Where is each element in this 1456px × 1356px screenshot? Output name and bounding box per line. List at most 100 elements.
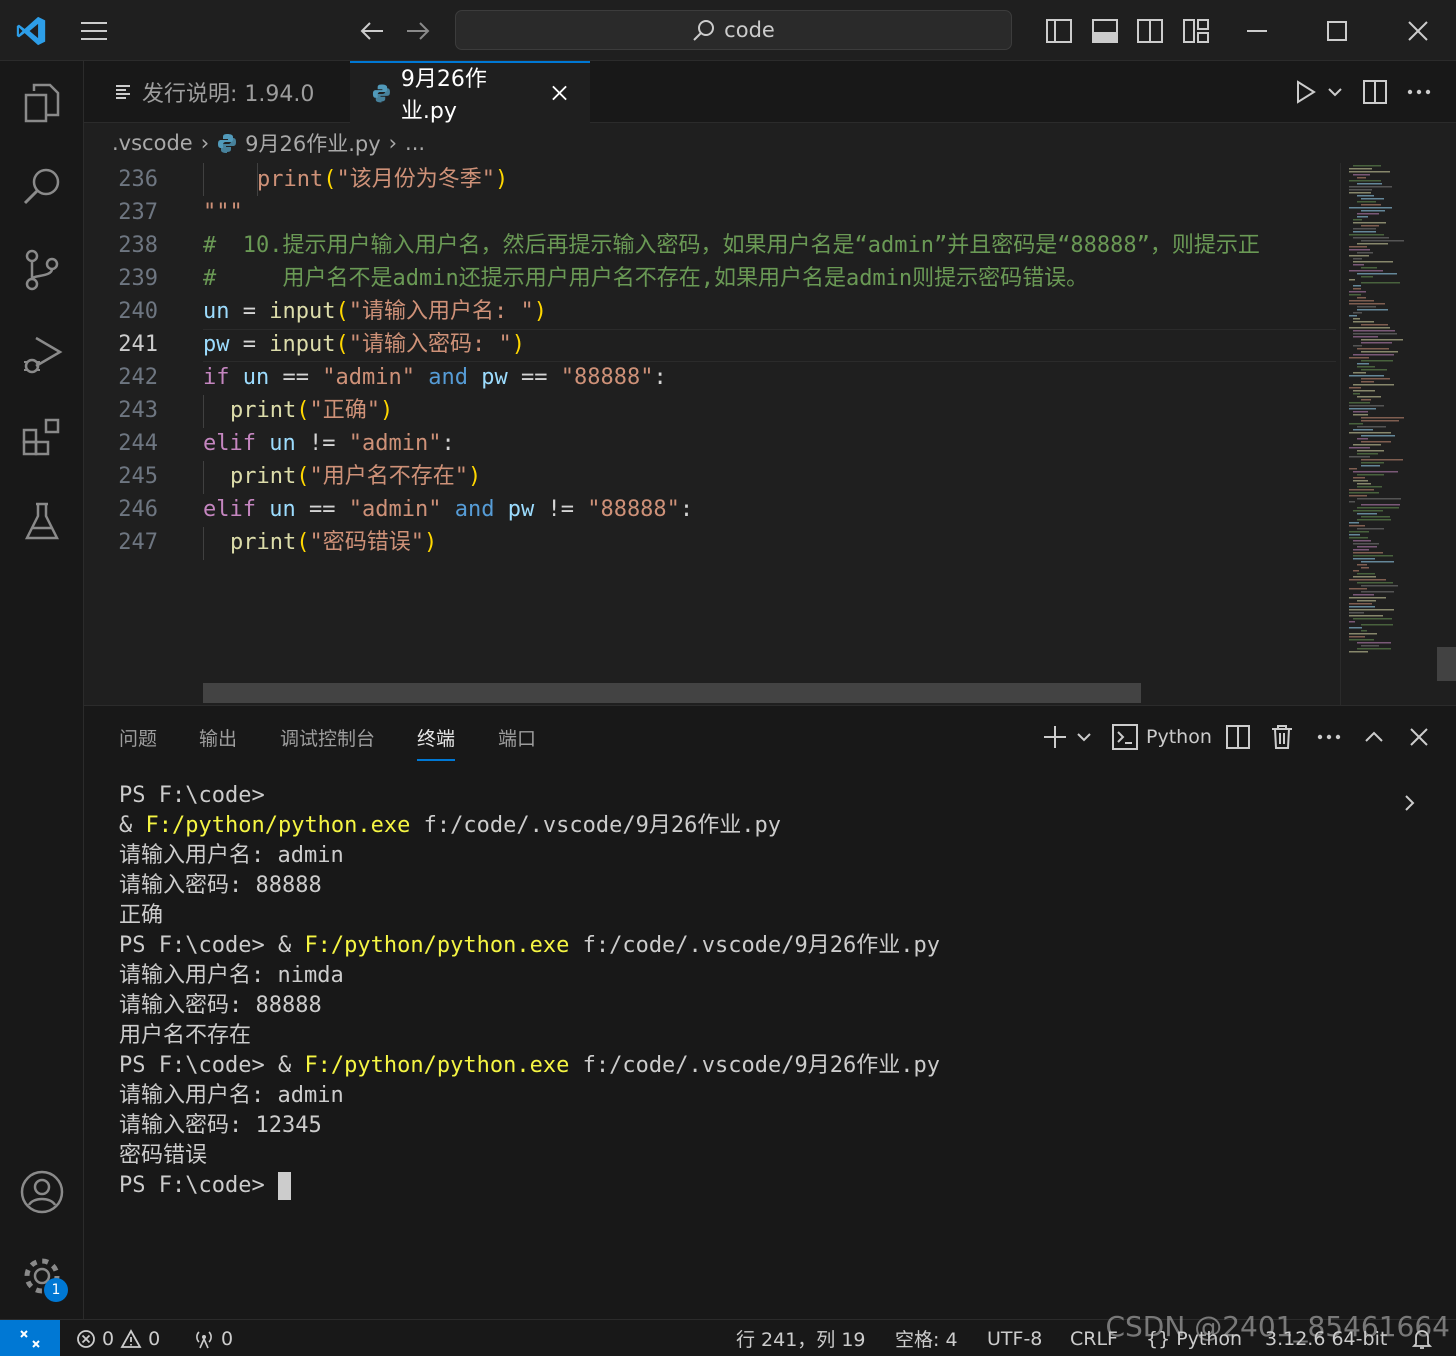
minimap-line [1361,351,1398,353]
close-window-icon[interactable] [1401,14,1435,48]
toggle-primary-sidebar-icon[interactable] [1042,14,1076,48]
extensions-icon[interactable] [17,413,67,463]
forward-arrow-icon[interactable] [401,14,435,48]
minimap-line [1357,648,1391,650]
source-control-icon[interactable] [17,245,67,295]
maximize-panel-chevron-up-icon[interactable] [1364,720,1384,754]
customize-layout-icon[interactable] [1179,14,1213,48]
toggle-panel-icon[interactable] [1088,14,1122,48]
new-terminal-plus-icon[interactable] [1042,720,1068,754]
minimap-line [1349,168,1372,170]
minimap[interactable] [1340,163,1456,705]
tab-active-file[interactable]: 9月26作业.py [350,61,590,124]
code-line: 239 # 用户名不是admin还提示用户用户名不存在,如果用户名是admin则提… [84,262,1334,295]
minimap-line [1353,231,1376,233]
minimap-line [1357,507,1399,509]
panel-tab-ports[interactable]: 端口 [498,724,536,751]
minimap-line [1357,498,1401,500]
terminal-command: F:/python/python.exe [304,1053,570,1078]
minimap-line [1361,462,1384,464]
breadcrumb-file[interactable]: 9月26作业.py [245,128,381,158]
minimap-line [1361,276,1373,278]
run-and-debug-icon[interactable] [17,329,67,379]
error-icon [77,1329,95,1348]
trash-icon[interactable] [1271,720,1293,754]
bottom-panel: 问题 输出 调试控制台 终端 端口 Python PS F:\code> & F… [84,705,1456,1319]
minimap-line [1357,297,1366,299]
problems-status[interactable]: 0 0 [76,1320,160,1356]
editor-tab-bar: 发行说明: 1.94.0 9月26作业.py [84,61,1456,124]
line-number: 240 [118,299,158,324]
minimap-line [1353,321,1374,323]
minimap-line [1361,360,1393,362]
ports-status[interactable]: 0 [193,1320,233,1356]
split-terminal-icon[interactable] [1226,720,1250,754]
indentation-setting[interactable]: 空格: 4 [895,1320,958,1356]
testing-flask-icon[interactable] [17,497,67,547]
encoding-setting[interactable]: UTF-8 [987,1320,1042,1356]
more-actions-icon[interactable] [1402,75,1436,109]
minimap-line [1357,366,1375,368]
code-text: print("该月份为冬季") [257,167,509,192]
panel-tab-terminal[interactable]: 终端 [417,724,456,761]
command-center-search[interactable]: code [455,10,1012,50]
split-editor-icon[interactable] [1358,75,1392,109]
minimap-line [1357,243,1388,245]
terminal-shell-selector[interactable]: Python [1112,720,1212,754]
code-editor[interactable]: 236 print("该月份为冬季") 237 """ 238 # 10.提示用户输入用户… [84,163,1456,705]
activity-bar: 1 [0,61,84,1319]
minimap-line [1349,294,1361,296]
settings-badge: 1 [44,1278,68,1302]
minimap-line [1353,288,1361,290]
panel-tab-problems[interactable]: 问题 [119,724,157,751]
minimap-line [1353,558,1375,560]
minimap-line [1353,411,1368,413]
terminal-line: 请输入用户名: admin [119,1083,344,1108]
minimap-line [1349,357,1369,359]
terminal-command: F:/python/python.exe [304,933,570,958]
chevron-down-icon[interactable] [1318,75,1352,109]
minimap-line [1353,384,1394,386]
more-actions-icon[interactable] [1317,720,1341,754]
terminal-line: PS F:\code> [119,1171,1419,1201]
panel-tab-debug-console[interactable]: 调试控制台 [280,724,375,751]
minimize-icon[interactable] [1240,14,1274,48]
cursor-position[interactable]: 行 241，列 19 [736,1320,866,1356]
minimap-line [1349,405,1384,407]
back-arrow-icon[interactable] [355,14,389,48]
breadcrumb-more[interactable]: ... [405,131,425,155]
minimap-line [1349,192,1371,194]
close-panel-icon[interactable] [1410,720,1428,754]
explorer-icon[interactable] [17,78,67,128]
chevron-down-icon[interactable] [1076,720,1092,754]
minimap-line [1349,315,1357,317]
code-line: 242 if un == "admin" and pw == "88888": [84,361,1334,394]
panel-tab-output[interactable]: 输出 [199,724,237,751]
minimap-line [1349,171,1390,173]
minimap-line [1361,561,1394,563]
minimap-line [1349,291,1366,293]
minimap-line [1357,396,1381,398]
search-icon[interactable] [17,161,67,211]
menu-icon[interactable] [77,14,111,48]
terminal-prompt: PS F:\code> & [119,933,305,958]
remote-indicator-icon[interactable] [0,1320,60,1356]
toggle-secondary-sidebar-icon[interactable] [1133,14,1167,48]
minimap-line [1353,222,1386,224]
code-line: 237 """ [84,196,1334,229]
terminal-line: 密码错误 [119,1143,208,1168]
minimap-line [1357,363,1369,365]
terminal-output[interactable]: PS F:\code> & F:/python/python.exe f:/co… [119,781,1419,1201]
minimap-line [1353,480,1368,482]
horizontal-scrollbar[interactable] [203,683,1141,703]
account-icon[interactable] [17,1167,67,1217]
code-text: pw = input("请输入密码: ") [203,332,525,357]
close-tab-icon[interactable] [551,84,568,102]
breadcrumb-folder[interactable]: .vscode [112,131,193,155]
settings-gear-icon[interactable]: 1 [17,1251,68,1302]
tab-release-notes[interactable]: 发行说明: 1.94.0 [92,61,354,123]
minimap-line [1353,261,1393,263]
maximize-icon[interactable] [1320,14,1354,48]
terminal-command: F:/python/python.exe [145,813,411,838]
minimap-line [1353,372,1366,374]
